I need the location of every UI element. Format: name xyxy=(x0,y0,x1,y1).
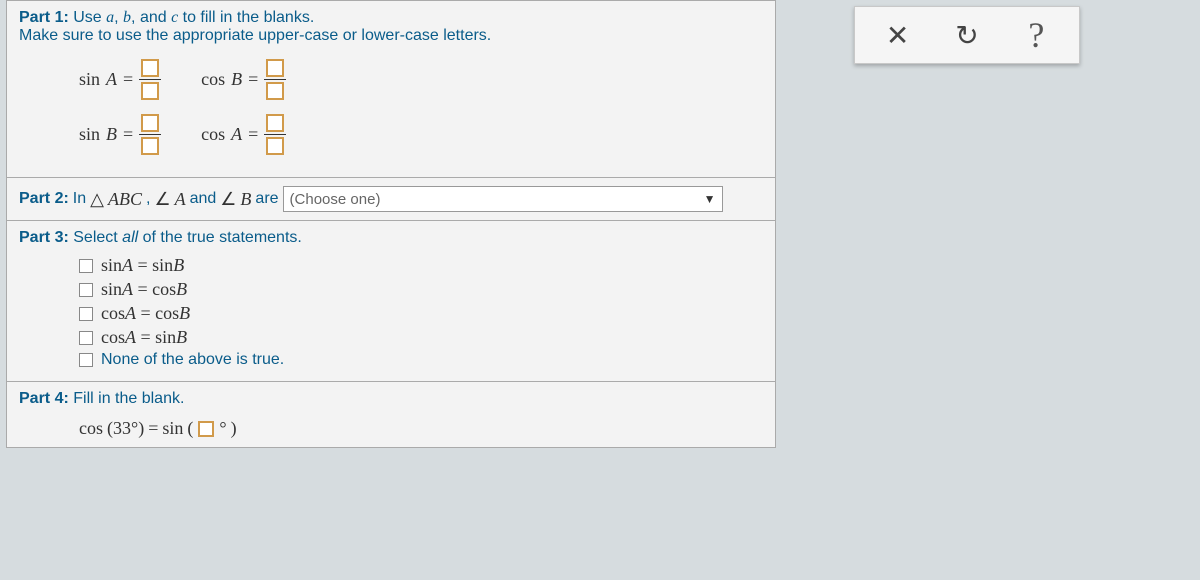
close-button[interactable]: ✕ xyxy=(874,13,922,57)
fraction-input xyxy=(264,59,286,100)
checkbox-list: sinA = sinB sinA = cosB cosA = cosB cosA… xyxy=(79,255,763,369)
dropdown-placeholder: (Choose one) xyxy=(290,191,381,208)
eq-cos-a: cosA = xyxy=(201,114,286,155)
angle-input[interactable] xyxy=(198,421,214,437)
chevron-down-icon: ▼ xyxy=(704,192,716,206)
fraction-input xyxy=(264,114,286,155)
toolbar: ✕ ↻ ? xyxy=(854,6,1080,64)
part-2-section: Part 2: In △ABC, ∠A and ∠B are (Choose o… xyxy=(6,178,776,221)
checkbox-option-none: None of the above is true. xyxy=(79,351,763,369)
checkbox-option: cosA = sinB xyxy=(79,327,763,348)
part-1-label: Part 1: xyxy=(19,9,69,26)
part-4-equation: cos(33°) = sin(°) xyxy=(79,418,763,439)
main-panel: Part 1: Use a, b, and c to fill in the b… xyxy=(6,0,776,448)
checkbox-option: sinA = cosB xyxy=(79,279,763,300)
fraction-input xyxy=(139,59,161,100)
denominator-input[interactable] xyxy=(266,82,284,100)
eq-sin-b: sinB = xyxy=(79,114,161,155)
part-2-label: Part 2: xyxy=(19,190,69,208)
checkbox-option: sinA = sinB xyxy=(79,255,763,276)
checkbox[interactable] xyxy=(79,259,93,273)
denominator-input[interactable] xyxy=(266,137,284,155)
denominator-input[interactable] xyxy=(141,82,159,100)
reset-button[interactable]: ↻ xyxy=(943,13,991,57)
checkbox[interactable] xyxy=(79,307,93,321)
checkbox[interactable] xyxy=(79,331,93,345)
checkbox[interactable] xyxy=(79,283,93,297)
equation-row-1: sinA = cosB = xyxy=(79,59,763,100)
part-3-label: Part 3: xyxy=(19,229,69,246)
part-3-section: Part 3: Select all of the true statement… xyxy=(6,221,776,382)
part-1-section: Part 1: Use a, b, and c to fill in the b… xyxy=(6,0,776,178)
close-icon: ✕ xyxy=(886,19,909,52)
numerator-input[interactable] xyxy=(266,59,284,77)
equation-row-2: sinB = cosA = xyxy=(79,114,763,155)
help-icon: ? xyxy=(1028,14,1044,56)
numerator-input[interactable] xyxy=(266,114,284,132)
eq-cos-b: cosB = xyxy=(201,59,286,100)
fraction-input xyxy=(139,114,161,155)
part-1-instructions: Part 1: Use a, b, and c to fill in the b… xyxy=(19,9,763,45)
part-4-section: Part 4: Fill in the blank. cos(33°) = si… xyxy=(6,382,776,448)
part-4-instructions: Part 4: Fill in the blank. xyxy=(19,390,763,408)
numerator-input[interactable] xyxy=(141,114,159,132)
part-4-label: Part 4: xyxy=(19,390,69,407)
numerator-input[interactable] xyxy=(141,59,159,77)
checkbox[interactable] xyxy=(79,353,93,367)
help-button[interactable]: ? xyxy=(1012,13,1060,57)
eq-sin-a: sinA = xyxy=(79,59,161,100)
checkbox-option: cosA = cosB xyxy=(79,303,763,324)
denominator-input[interactable] xyxy=(141,137,159,155)
reset-icon: ↻ xyxy=(955,19,978,52)
relationship-dropdown[interactable]: (Choose one) ▼ xyxy=(283,186,723,212)
part-3-instructions: Part 3: Select all of the true statement… xyxy=(19,229,763,247)
